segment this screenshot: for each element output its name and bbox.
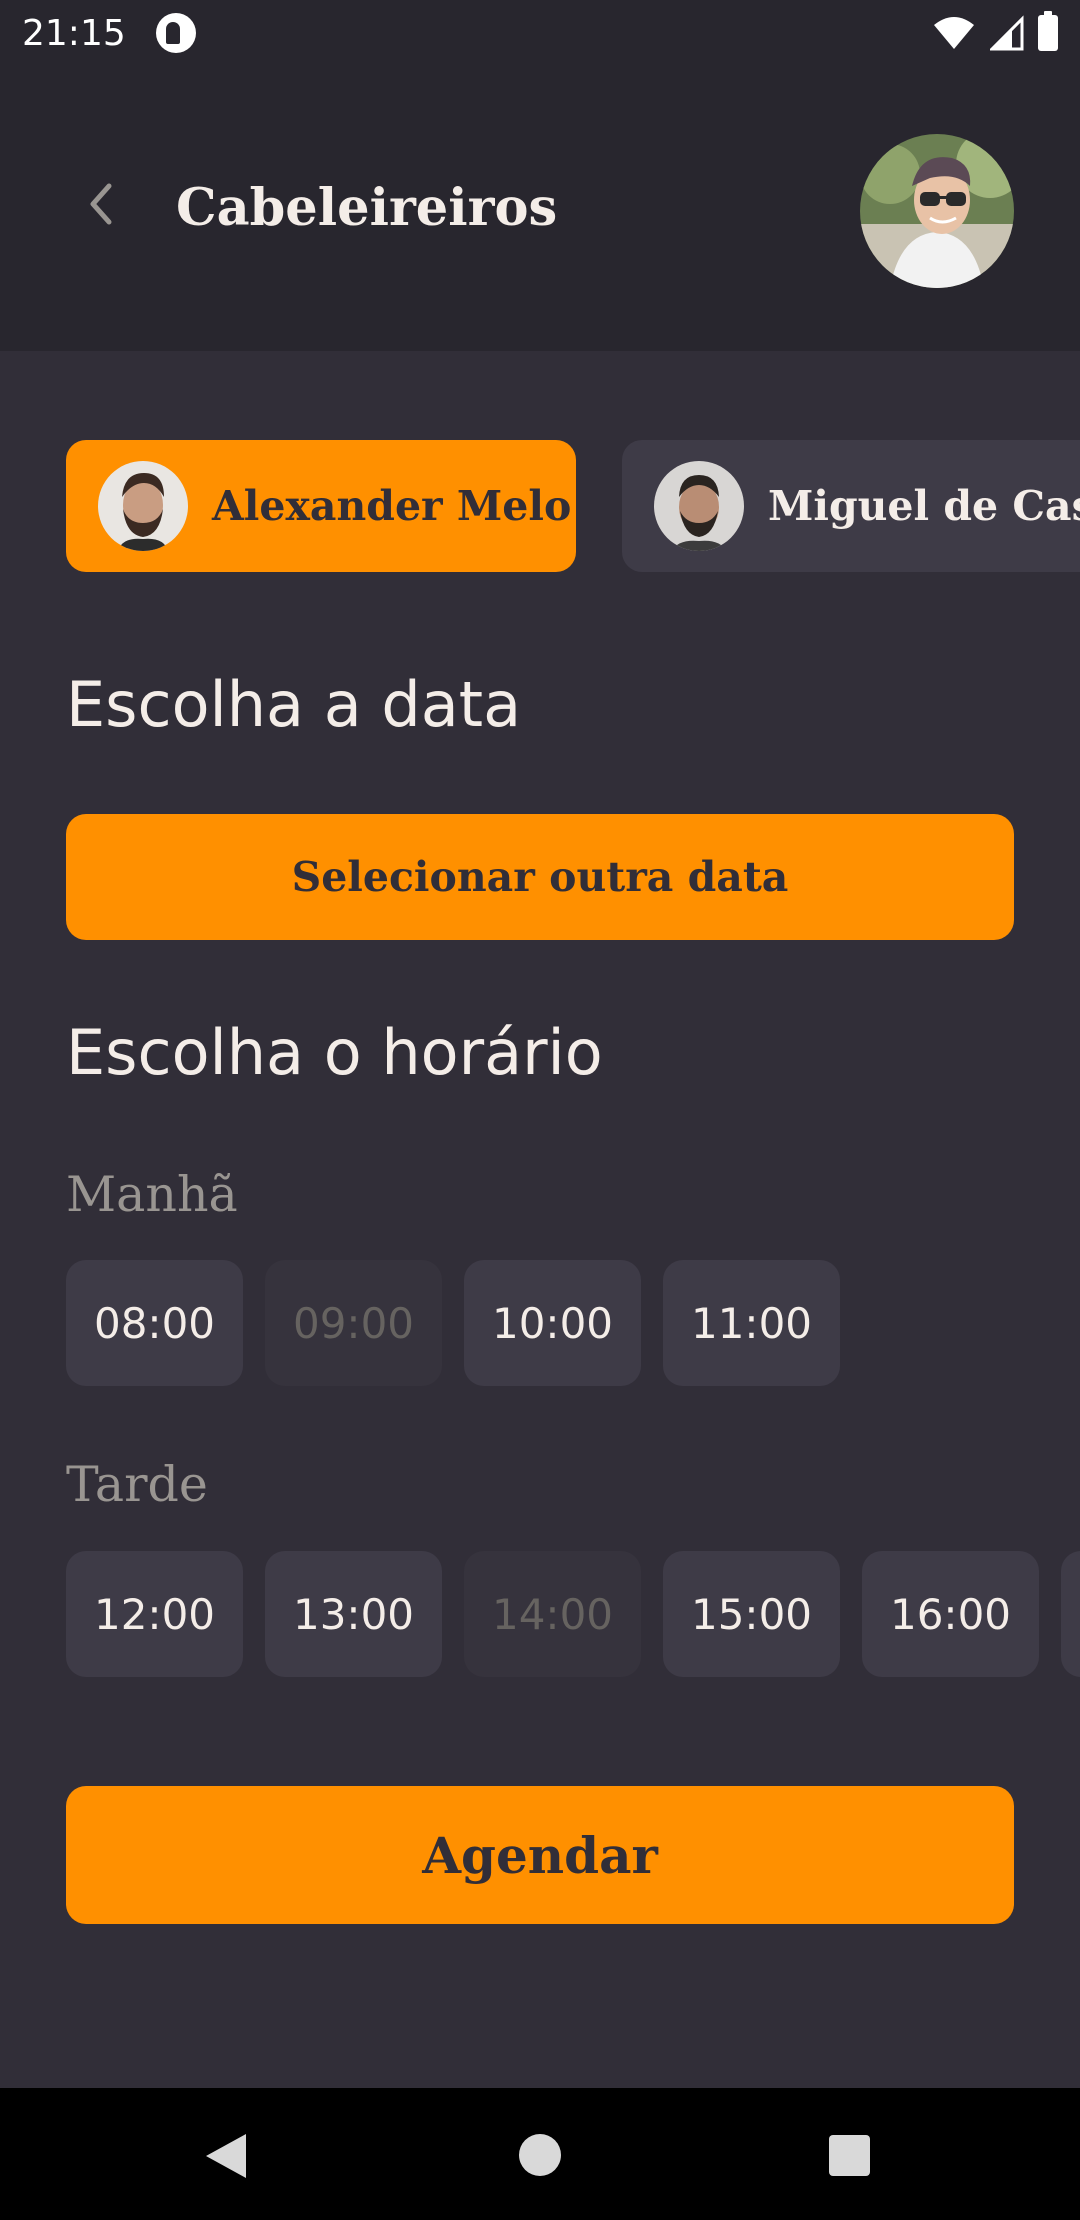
provider-chip-alexander-melo[interactable]: Alexander Melo — [66, 440, 576, 572]
nav-recents-icon[interactable] — [829, 2135, 870, 2176]
provider-name: Alexander Melo — [212, 482, 572, 530]
time-slot-1600[interactable]: 16:00 — [862, 1551, 1039, 1677]
profile-avatar[interactable] — [860, 134, 1014, 288]
nav-home-icon[interactable] — [519, 2134, 561, 2176]
time-slot-1200[interactable]: 12:00 — [66, 1551, 243, 1677]
system-navigation-bar — [0, 2088, 1080, 2220]
user-photo — [860, 134, 1014, 288]
nav-back-icon[interactable] — [206, 2134, 246, 2178]
chevron-left-icon — [90, 183, 112, 225]
cellular-signal-icon — [990, 15, 1024, 51]
provider-list: Alexander Melo Miguel de Castr — [66, 440, 1080, 572]
time-slot-1100[interactable]: 11:00 — [663, 1260, 840, 1386]
wifi-icon — [934, 17, 974, 49]
battery-icon — [1038, 11, 1058, 51]
time-slot-0900: 09:00 — [265, 1260, 442, 1386]
provider-avatar — [98, 461, 188, 551]
page-title: Cabeleireiros — [176, 178, 558, 238]
time-slot-1500[interactable]: 15:00 — [663, 1551, 840, 1677]
status-time: 21:15 — [22, 12, 126, 54]
date-section-title: Escolha a data — [66, 668, 522, 741]
app-notification-icon — [155, 13, 196, 53]
time-slot-1300[interactable]: 13:00 — [265, 1551, 442, 1677]
time-section-title: Escolha o horário — [66, 1016, 603, 1089]
back-button[interactable] — [70, 174, 130, 234]
schedule-button[interactable]: Agendar — [66, 1786, 1014, 1924]
time-slot-partial[interactable] — [1061, 1551, 1080, 1677]
header: Cabeleireiros — [0, 66, 1080, 351]
provider-chip-miguel-de-castro[interactable]: Miguel de Castr — [622, 440, 1080, 572]
status-icons — [932, 11, 1058, 51]
afternoon-label: Tarde — [66, 1456, 208, 1513]
time-slot-1400: 14:00 — [464, 1551, 641, 1677]
time-slot-1000[interactable]: 10:00 — [464, 1260, 641, 1386]
time-slot-0800[interactable]: 08:00 — [66, 1260, 243, 1386]
status-bar: 21:15 — [0, 0, 1080, 66]
provider-name: Miguel de Castr — [768, 482, 1080, 530]
provider-avatar — [654, 461, 744, 551]
morning-label: Manhã — [66, 1166, 238, 1223]
afternoon-slots: 12:00 13:00 14:00 15:00 16:00 — [66, 1551, 1080, 1677]
morning-slots: 08:00 09:00 10:00 11:00 — [66, 1260, 1080, 1386]
select-date-button[interactable]: Selecionar outra data — [66, 814, 1014, 940]
